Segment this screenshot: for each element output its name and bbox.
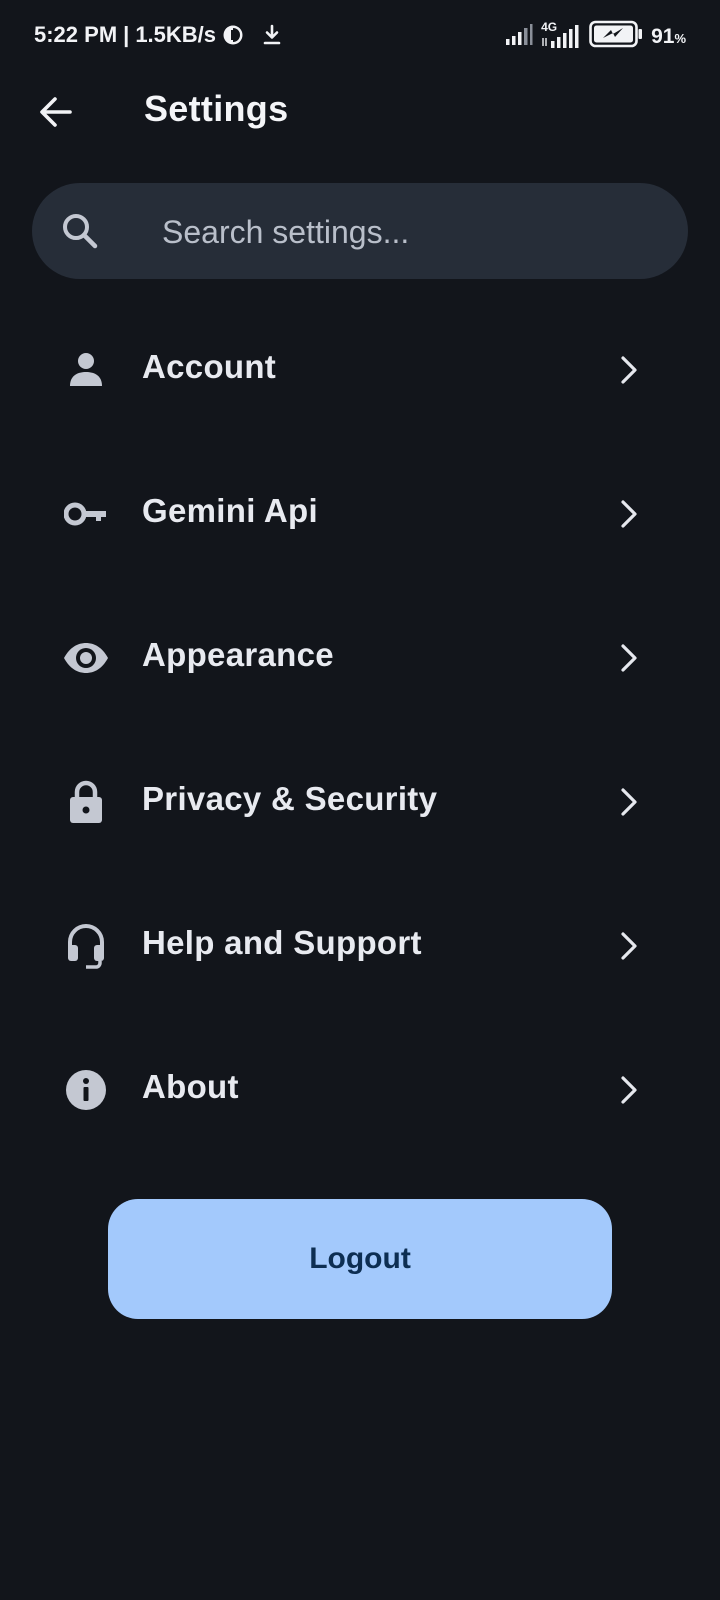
download-icon — [262, 24, 282, 46]
settings-item-appearance[interactable]: Appearance — [0, 584, 720, 728]
page-title: Settings — [144, 88, 289, 129]
logout-button[interactable]: Logout — [108, 1199, 612, 1319]
settings-item-privacy-security[interactable]: Privacy & Security — [0, 728, 720, 872]
app-bar: Settings — [0, 70, 720, 154]
chevron-right-icon — [621, 1076, 637, 1104]
network-speed: 1.5KB/s — [135, 22, 217, 47]
person-icon — [62, 346, 110, 394]
chevron-right-icon — [621, 356, 637, 384]
settings-item-label: About — [142, 1068, 239, 1105]
headset-icon — [62, 922, 110, 970]
search-bar[interactable] — [32, 183, 688, 279]
status-time: 5:22 PM — [34, 22, 118, 47]
data-saver-icon — [222, 24, 244, 46]
chevron-right-icon — [621, 500, 637, 528]
settings-item-label: Appearance — [142, 636, 334, 673]
key-icon — [62, 490, 110, 538]
arrow-left-icon — [40, 97, 72, 127]
status-left: 5:22 PM | 1.5KB/s — [34, 22, 282, 48]
settings-item-label: Gemini Api — [142, 492, 318, 529]
settings-item-label: Privacy & Security — [142, 780, 438, 817]
eye-icon — [62, 634, 110, 682]
back-button[interactable] — [34, 90, 78, 134]
settings-item-account[interactable]: Account — [0, 296, 720, 440]
settings-item-about[interactable]: About — [0, 1016, 720, 1160]
battery-icon — [589, 20, 643, 54]
search-input[interactable] — [160, 205, 664, 259]
settings-list: Account Gemini Api Appearance Privacy & … — [0, 296, 720, 1160]
settings-item-label: Help and Support — [142, 924, 422, 961]
signal-4g-icon: 4G — [541, 20, 581, 50]
battery-percentage: 91% — [651, 25, 686, 49]
info-icon — [62, 1066, 110, 1114]
status-bar: 5:22 PM | 1.5KB/s 4G 91% — [0, 0, 720, 70]
status-right: 4G 91% — [505, 20, 686, 54]
chevron-right-icon — [621, 644, 637, 672]
chevron-right-icon — [621, 932, 637, 960]
signal-icon — [505, 22, 533, 52]
status-separator: | — [123, 22, 130, 47]
battery-level: 91 — [651, 25, 675, 48]
chevron-right-icon — [621, 788, 637, 816]
settings-item-label: Account — [142, 348, 277, 385]
battery-unit: % — [674, 31, 686, 46]
lock-icon — [62, 778, 110, 826]
search-icon — [60, 211, 100, 251]
settings-item-help-support[interactable]: Help and Support — [0, 872, 720, 1016]
settings-item-gemini-api[interactable]: Gemini Api — [0, 440, 720, 584]
